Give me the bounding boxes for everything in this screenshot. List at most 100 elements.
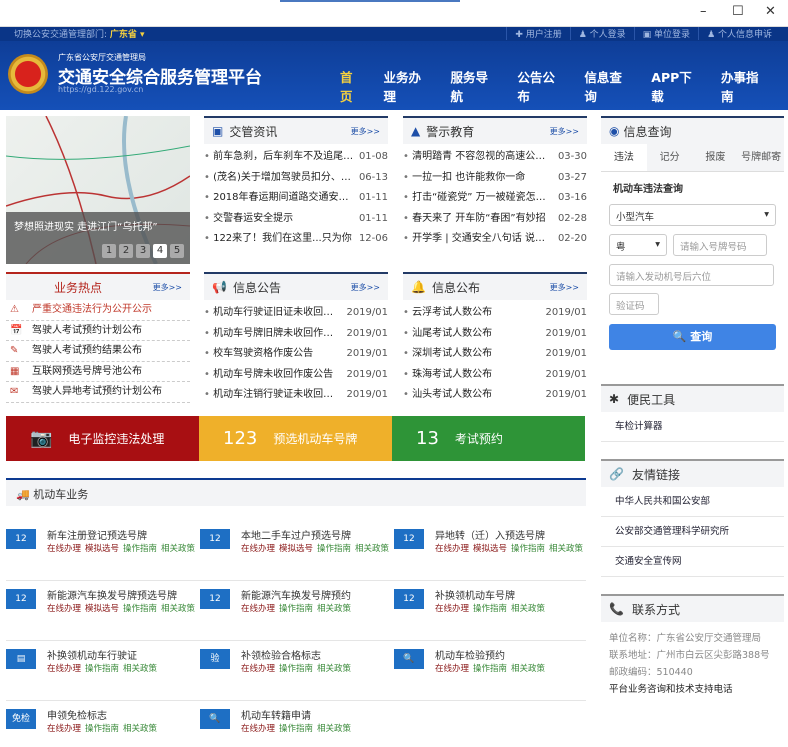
quick-action-3[interactable]: 13 考试预约 <box>392 416 585 461</box>
banner-page-dot[interactable]: 3 <box>136 244 150 258</box>
service-link[interactable]: 相关政策 <box>123 724 157 734</box>
list-item[interactable]: 交警春运安全提示01-11 <box>204 209 388 230</box>
service-link[interactable]: 相关政策 <box>161 544 195 554</box>
service-link[interactable]: 操作指南 <box>279 664 313 674</box>
list-item[interactable]: 机动车行驶证旧证未收回作废公告 2019/01 <box>204 303 388 324</box>
banner-page-dot[interactable]: 2 <box>119 244 133 258</box>
friend-link[interactable]: 公安部交通管理科学研究所 <box>601 517 784 547</box>
service-name[interactable]: 补领检验合格标志 <box>241 647 321 662</box>
service-link[interactable]: 在线办理 <box>435 664 469 674</box>
service-link[interactable]: 操作指南 <box>85 664 119 674</box>
list-item[interactable]: 汕头考试人数公布 2019/01 <box>403 385 587 406</box>
more-link[interactable]: 更多>> <box>351 282 380 293</box>
list-item[interactable]: 校车驾驶资格作废公告 2019/01 <box>204 344 388 365</box>
service-link[interactable]: 操作指南 <box>511 544 545 554</box>
service-link[interactable]: 相关政策 <box>355 544 389 554</box>
service-link[interactable]: 操作指南 <box>473 604 507 614</box>
list-item[interactable]: 云浮考试人数公布 2019/01 <box>403 303 587 324</box>
service-link[interactable]: 相关政策 <box>123 664 157 674</box>
more-link[interactable]: 更多>> <box>550 126 579 137</box>
dept-value[interactable]: 广东省 ▾ <box>110 30 145 40</box>
more-link[interactable]: 更多>> <box>550 282 579 293</box>
service-link[interactable]: 在线办理 <box>435 544 469 554</box>
more-link[interactable]: 更多>> <box>153 282 182 293</box>
plate-number-input[interactable]: 请输入号牌号码 <box>673 234 767 256</box>
banner-carousel[interactable]: 梦想照进现实 走进江门“乌托邦” 12345 <box>6 116 190 264</box>
service-link[interactable]: 模拟选号 <box>473 544 507 554</box>
list-item[interactable]: 汕尾考试人数公布 2019/01 <box>403 324 587 345</box>
list-item[interactable]: 春天来了 开车防“春困”有妙招02-28 <box>403 209 587 230</box>
service-link[interactable]: 在线办理 <box>47 544 81 554</box>
service-link[interactable]: 相关政策 <box>317 664 351 674</box>
service-link[interactable]: 在线办理 <box>241 724 275 734</box>
quick-action-1[interactable]: 📷 电子监控违法处理 <box>6 416 199 461</box>
service-link[interactable]: 在线办理 <box>435 604 469 614</box>
list-item[interactable]: 机动车注销行驶证未收回作废公告 2019/01 <box>204 385 388 406</box>
service-link[interactable]: 在线办理 <box>47 724 81 734</box>
list-item[interactable]: 2018年春运期间道路交通安全提示01-11 <box>204 188 388 209</box>
list-item[interactable]: 开学季 | 交通安全八句话 说给孩子02-20 <box>403 229 587 250</box>
friend-link[interactable]: 中华人民共和国公安部 <box>601 487 784 517</box>
dept-switcher[interactable]: 切换公安交通管理部门: 广东省 ▾ <box>14 27 145 40</box>
service-name[interactable]: 新能源汽车换发号牌预约 <box>241 587 351 602</box>
quick-action-2[interactable]: 123 预选机动车号牌 <box>199 416 392 461</box>
list-item[interactable]: 一拉一扣 也许能救你一命03-27 <box>403 168 587 189</box>
banner-page-dot[interactable]: 5 <box>170 244 184 258</box>
service-name[interactable]: 新车注册登记预选号牌 <box>47 527 147 542</box>
service-link[interactable]: 操作指南 <box>123 604 157 614</box>
vehicle-type-select[interactable]: 小型汽车 ▾ <box>609 204 776 226</box>
service-link[interactable]: 相关政策 <box>511 604 545 614</box>
service-link[interactable]: 在线办理 <box>47 664 81 674</box>
province-select[interactable]: 粤 ▾ <box>609 234 667 256</box>
account-link[interactable]: ▣ 单位登录 <box>633 27 698 40</box>
service-name[interactable]: 新能源汽车换发号牌预选号牌 <box>47 587 177 602</box>
list-item[interactable]: (茂名)关于增加驾驶员扣分、罚款06-13 <box>204 168 388 189</box>
nav-item[interactable]: APP下载 <box>651 67 701 115</box>
list-item[interactable]: 珠海考试人数公布 2019/01 <box>403 365 587 386</box>
service-name[interactable]: 异地转（迁）入预选号牌 <box>435 527 545 542</box>
hot-item[interactable]: ✉ 驾驶人异地考试预约计划公布 <box>6 382 190 403</box>
list-item[interactable]: 深圳考试人数公布 2019/01 <box>403 344 587 365</box>
service-name[interactable]: 申领免检标志 <box>47 707 107 722</box>
service-link[interactable]: 模拟选号 <box>85 544 119 554</box>
captcha-input[interactable]: 验证码 <box>609 293 659 315</box>
tool-link[interactable]: 车检计算器 <box>601 412 784 442</box>
service-link[interactable]: 在线办理 <box>241 604 275 614</box>
nav-item[interactable]: 公告公布 <box>517 67 564 115</box>
query-tab[interactable]: 号牌邮寄 <box>738 144 784 171</box>
hot-item[interactable]: 📅 驾驶人考试预约计划公布 <box>6 321 190 341</box>
service-link[interactable]: 相关政策 <box>549 544 583 554</box>
query-tab[interactable]: 报废 <box>693 144 739 171</box>
service-link[interactable]: 在线办理 <box>241 544 275 554</box>
service-name[interactable]: 机动车转籍申请 <box>241 707 311 722</box>
service-link[interactable]: 操作指南 <box>317 544 351 554</box>
banner-page-dot[interactable]: 4 <box>153 244 167 258</box>
service-name[interactable]: 补换领机动车行驶证 <box>47 647 137 662</box>
nav-item[interactable]: 业务办理 <box>383 67 430 115</box>
query-tab[interactable]: 记分 <box>647 144 693 171</box>
service-link[interactable]: 操作指南 <box>473 664 507 674</box>
account-link[interactable]: ♟ 个人登录 <box>569 27 634 40</box>
list-item[interactable]: 机动车号牌未收回作废公告 2019/01 <box>204 365 388 386</box>
service-link[interactable]: 相关政策 <box>317 724 351 734</box>
account-link[interactable]: ♟ 个人信息申诉 <box>698 27 780 40</box>
nav-item[interactable]: 服务导航 <box>450 67 497 115</box>
hot-item[interactable]: ▦ 互联网预选号牌号池公布 <box>6 362 190 382</box>
query-button[interactable]: 🔍 查询 <box>609 324 776 350</box>
service-name[interactable]: 机动车检验预约 <box>435 647 505 662</box>
service-link[interactable]: 相关政策 <box>511 664 545 674</box>
friend-link[interactable]: 交通安全宣传网 <box>601 547 784 577</box>
service-link[interactable]: 相关政策 <box>317 604 351 614</box>
nav-item[interactable]: 信息查询 <box>584 67 631 115</box>
nav-item[interactable]: 首页 <box>340 67 364 115</box>
hot-item[interactable]: ⚠ 严重交通违法行为公开公示 <box>6 300 190 321</box>
banner-page-dot[interactable]: 1 <box>102 244 116 258</box>
support-hotline[interactable]: 平台业务咨询和技术支持电话 <box>601 681 784 695</box>
service-link[interactable]: 在线办理 <box>241 664 275 674</box>
nav-item[interactable]: 办事指南 <box>721 67 768 115</box>
list-item[interactable]: 122来了！我们在这里...只为你12-06 <box>204 229 388 250</box>
service-name[interactable]: 补换领机动车号牌 <box>435 587 515 602</box>
account-link[interactable]: ✚ 用户注册 <box>506 27 569 40</box>
close-button[interactable]: ✕ <box>765 4 776 19</box>
minimize-button[interactable]: – <box>700 4 707 19</box>
